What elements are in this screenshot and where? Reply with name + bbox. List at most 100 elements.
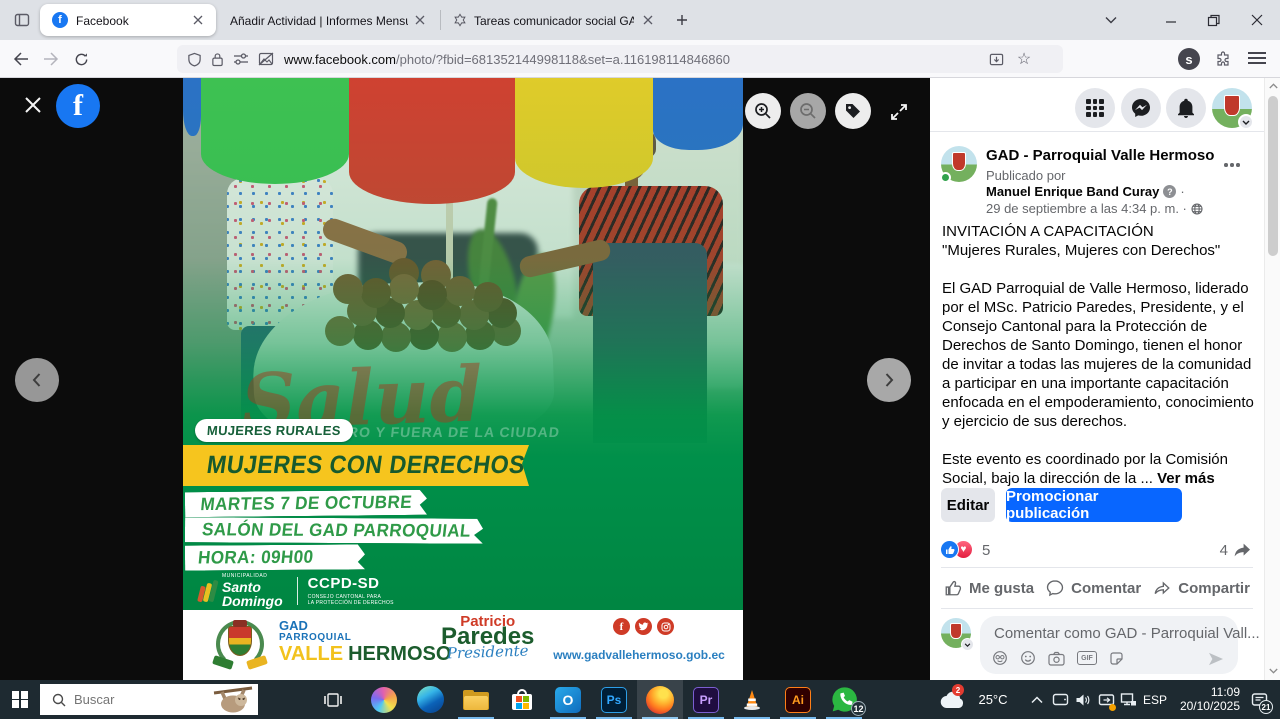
window-minimize-button[interactable] xyxy=(1150,0,1192,40)
avatar-sticker-icon[interactable] xyxy=(992,650,1008,666)
share-count-icon xyxy=(1232,540,1252,560)
messenger-icon[interactable] xyxy=(1121,88,1161,128)
window-close-button[interactable] xyxy=(1234,0,1280,40)
search-highlight-sloth-icon[interactable] xyxy=(210,685,254,714)
apps-grid-icon[interactable] xyxy=(1075,88,1115,128)
task-view-icon[interactable] xyxy=(311,680,355,719)
cast-alert-dot xyxy=(1109,704,1116,711)
tab-informes[interactable]: Añadir Actividad | Informes Mensua xyxy=(222,4,436,36)
save-page-icon[interactable] xyxy=(985,48,1007,70)
facebook-logo[interactable]: f xyxy=(56,84,100,128)
search-input[interactable] xyxy=(74,692,184,707)
bookmark-star-icon[interactable]: ☆ xyxy=(1013,48,1035,70)
author-row: Manuel Enrique Band Curay ? · xyxy=(986,184,1185,199)
lock-icon[interactable] xyxy=(211,52,224,67)
photo-image: Salud RO Y FUERA DE LA CIUDAD MUJERES RU… xyxy=(183,78,743,680)
comment-input-placeholder[interactable]: Comentar como GAD - Parroquial Vall... xyxy=(994,625,1260,642)
tray-chevron-up-icon[interactable] xyxy=(1027,680,1047,719)
taskbar-file-explorer-icon[interactable] xyxy=(453,680,499,719)
tag-icon[interactable] xyxy=(835,93,871,129)
weather-icon[interactable]: 2 xyxy=(936,680,970,719)
globe-privacy-icon xyxy=(1191,203,1203,215)
forward-button[interactable] xyxy=(38,47,64,71)
firefox-view-icon[interactable] xyxy=(10,8,34,32)
sticker-icon[interactable] xyxy=(1109,651,1124,666)
taskbar-premiere-icon[interactable]: Pr xyxy=(683,680,729,719)
scroll-up-icon[interactable] xyxy=(1268,81,1278,91)
account-avatar[interactable] xyxy=(1212,88,1252,128)
new-tab-button[interactable] xyxy=(672,10,692,30)
taskbar-vlc-icon[interactable] xyxy=(729,680,775,719)
tray-device-icon[interactable] xyxy=(1049,680,1071,719)
taskbar-search-box[interactable] xyxy=(40,684,258,715)
back-button[interactable] xyxy=(8,47,34,71)
send-comment-icon[interactable] xyxy=(1208,652,1224,666)
scrollbar-thumb[interactable] xyxy=(1268,96,1278,256)
taskbar-photoshop-icon[interactable]: Ps xyxy=(591,680,637,719)
camera-icon[interactable] xyxy=(1048,651,1065,666)
share-count[interactable]: 4 xyxy=(1220,542,1228,559)
shield-icon[interactable] xyxy=(187,52,202,67)
twitter-icon xyxy=(635,618,652,635)
composer-avatar[interactable] xyxy=(941,618,971,648)
tab-close-icon[interactable] xyxy=(412,12,428,28)
taskbar-illustrator-icon[interactable]: Ai xyxy=(775,680,821,719)
notifications-bell-icon[interactable] xyxy=(1166,88,1206,128)
tab-tareas[interactable]: Tareas comunicador social GAD xyxy=(444,4,662,36)
see-more-link[interactable]: Ver más xyxy=(1157,470,1215,487)
permissions-sliders-icon[interactable] xyxy=(233,52,249,66)
tab-close-icon[interactable] xyxy=(190,12,206,28)
tab-list-chevron-icon[interactable] xyxy=(1100,10,1122,30)
tray-network-icon[interactable] xyxy=(1117,680,1139,719)
post-date[interactable]: 29 de septiembre a las 4:34 p. m. · xyxy=(986,201,1187,216)
taskbar-store-icon[interactable] xyxy=(499,680,545,719)
images-blocked-icon[interactable] xyxy=(258,52,274,66)
extensions-puzzle-icon[interactable] xyxy=(1212,48,1234,70)
like-button[interactable]: Me gusta xyxy=(944,579,1034,597)
taskbar-firefox-icon[interactable] xyxy=(637,680,683,719)
scroll-down-icon[interactable] xyxy=(1268,666,1278,676)
tray-volume-icon[interactable] xyxy=(1072,680,1094,719)
post-options-menu-icon[interactable] xyxy=(1218,154,1246,176)
tab-close-icon[interactable] xyxy=(640,12,656,28)
search-icon xyxy=(52,693,66,707)
fullscreen-expand-icon[interactable] xyxy=(886,99,912,125)
comment-button[interactable]: Comentar xyxy=(1046,579,1141,597)
comment-composer[interactable]: Comentar como GAD - Parroquial Vall... G… xyxy=(980,616,1238,674)
tray-cast-icon[interactable] xyxy=(1095,680,1117,719)
extension-s-icon[interactable]: s xyxy=(1178,48,1200,70)
start-button[interactable] xyxy=(0,680,40,719)
language-indicator[interactable]: ESP xyxy=(1140,680,1170,719)
page-name-link[interactable]: GAD - Parroquial Valle Hermoso xyxy=(986,147,1214,164)
photo-title-banner: MUJERES CON DERECHOS xyxy=(183,445,529,486)
taskbar-outlook-icon[interactable]: O xyxy=(545,680,591,719)
reload-button[interactable] xyxy=(68,47,94,71)
taskbar-edge-icon[interactable] xyxy=(407,680,453,719)
viewer-close-icon[interactable] xyxy=(20,92,46,118)
clock[interactable]: 11:09 20/10/2025 xyxy=(1174,685,1240,713)
zoom-in-icon[interactable] xyxy=(745,93,781,129)
author-link[interactable]: Manuel Enrique Band Curay xyxy=(986,184,1159,199)
notification-center-icon[interactable]: 21 xyxy=(1246,680,1272,719)
taskbar-whatsapp-icon[interactable]: 12 xyxy=(821,680,867,719)
tab-facebook[interactable]: f Facebook xyxy=(40,4,216,36)
window-restore-button[interactable] xyxy=(1192,0,1234,40)
url-bar[interactable]: www.facebook.com/photo/?fbid=68135214499… xyxy=(177,45,1063,73)
edit-button[interactable]: Editar xyxy=(941,488,995,522)
zoom-out-icon[interactable] xyxy=(790,93,826,129)
previous-photo-button[interactable] xyxy=(15,358,59,402)
reaction-count[interactable]: 5 xyxy=(982,542,990,559)
share-button[interactable]: Compartir xyxy=(1153,579,1250,597)
question-badge-icon[interactable]: ? xyxy=(1163,185,1176,198)
like-reaction-icon[interactable] xyxy=(940,540,959,559)
promote-post-button[interactable]: Promocionar publicación xyxy=(1006,488,1182,522)
browser-navbar: www.facebook.com/photo/?fbid=68135214499… xyxy=(0,40,1280,78)
next-photo-button[interactable] xyxy=(867,358,911,402)
taskbar-copilot-icon[interactable] xyxy=(361,680,407,719)
menu-hamburger-icon[interactable] xyxy=(1248,52,1266,66)
emoji-smiley-icon[interactable] xyxy=(1020,650,1036,666)
temperature-label[interactable]: 25°C xyxy=(972,680,1014,719)
page-avatar[interactable] xyxy=(941,146,977,182)
gif-icon[interactable]: GIF xyxy=(1077,651,1097,665)
sidebar-scrollbar[interactable] xyxy=(1264,78,1280,680)
